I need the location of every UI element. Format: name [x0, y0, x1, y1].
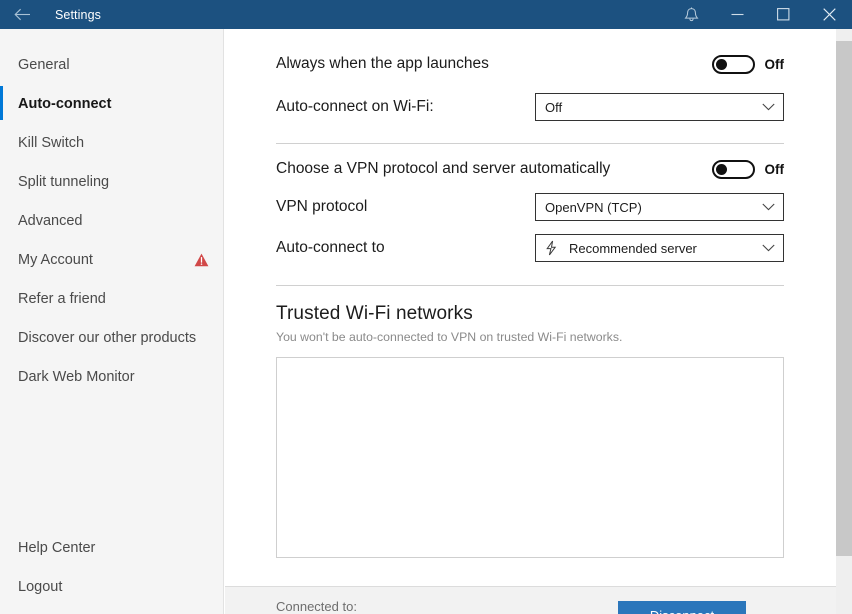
auto-connect-to-value: Recommended server [569, 241, 762, 256]
vpn-protocol-value: OpenVPN (TCP) [545, 200, 762, 215]
auto-connect-to-label: Auto-connect to [276, 239, 385, 257]
sidebar-item-label: Logout [18, 579, 209, 595]
always-launch-toggle-state: Off [765, 57, 785, 72]
sidebar-nav-list: General Auto-connect Kill Switch Split t… [0, 29, 223, 396]
sidebar-item-advanced[interactable]: Advanced [0, 201, 223, 240]
connected-to-label: Connected to: [276, 599, 357, 614]
divider-2 [276, 285, 784, 286]
auto-connect-wifi-dropdown[interactable]: Off [535, 93, 784, 121]
trusted-networks-list[interactable] [276, 357, 784, 558]
vpn-protocol-label: VPN protocol [276, 198, 367, 216]
sidebar-item-general[interactable]: General [0, 45, 223, 84]
always-launch-toggle[interactable]: Off [712, 55, 785, 74]
sidebar-item-label: Dark Web Monitor [18, 369, 209, 385]
content-scroll-area: Always when the app launches Off Auto-co… [225, 29, 836, 558]
content-scrollbar[interactable] [836, 29, 852, 614]
sidebar-item-label: General [18, 57, 209, 73]
divider-1 [276, 143, 784, 144]
sidebar-item-label: Kill Switch [18, 135, 209, 151]
maximize-button[interactable] [760, 0, 806, 29]
row-vpn-protocol: VPN protocol OpenVPN (TCP) [225, 189, 836, 225]
toggle-track [712, 160, 755, 179]
sidebar-item-label: Help Center [18, 540, 209, 556]
sidebar-item-label: Advanced [18, 213, 209, 229]
row-auto-connect-on-wifi: Auto-connect on Wi-Fi: Off [225, 88, 836, 126]
notifications-button[interactable] [668, 0, 714, 29]
sidebar-item-split-tunneling[interactable]: Split tunneling [0, 162, 223, 201]
trusted-networks-title: Trusted Wi-Fi networks [225, 303, 836, 325]
window-title: Settings [55, 8, 101, 22]
sidebar-item-label: Auto-connect [18, 96, 209, 112]
status-bar: Connected to: Disconnect [225, 586, 836, 614]
close-button[interactable] [806, 0, 852, 29]
toggle-knob [716, 164, 727, 175]
chevron-down-icon [762, 244, 775, 252]
row-always-when-app-launches: Always when the app launches Off [225, 40, 836, 88]
sidebar-item-auto-connect[interactable]: Auto-connect [0, 84, 223, 123]
sidebar-bottom-list: Help Center Logout [0, 528, 223, 606]
choose-protocol-toggle[interactable]: Off [712, 160, 785, 179]
settings-window: Settings [0, 0, 852, 614]
auto-connect-wifi-label: Auto-connect on Wi-Fi: [276, 98, 434, 116]
back-button[interactable] [0, 0, 44, 29]
minimize-icon [731, 9, 744, 20]
sidebar-item-label: Refer a friend [18, 291, 209, 307]
sidebar: General Auto-connect Kill Switch Split t… [0, 29, 224, 614]
auto-connect-to-dropdown[interactable]: Recommended server [535, 234, 784, 262]
sidebar-item-refer-a-friend[interactable]: Refer a friend [0, 279, 223, 318]
sidebar-item-label: My Account [18, 252, 194, 268]
sidebar-item-kill-switch[interactable]: Kill Switch [0, 123, 223, 162]
toggle-track [712, 55, 755, 74]
chevron-down-icon [762, 103, 775, 111]
toggle-knob [716, 59, 727, 70]
sidebar-item-discover-products[interactable]: Discover our other products [0, 318, 223, 357]
sidebar-item-label: Split tunneling [18, 174, 209, 190]
bell-icon [684, 7, 699, 23]
arrow-left-icon [14, 8, 31, 21]
disconnect-button[interactable]: Disconnect [618, 601, 746, 614]
close-icon [823, 8, 836, 21]
always-launch-label: Always when the app launches [276, 55, 489, 73]
vpn-protocol-dropdown[interactable]: OpenVPN (TCP) [535, 193, 784, 221]
main-content: Always when the app launches Off Auto-co… [225, 29, 836, 614]
warning-triangle-icon [194, 253, 209, 267]
sidebar-item-logout[interactable]: Logout [0, 567, 223, 606]
row-auto-connect-to: Auto-connect to Recommended server [225, 225, 836, 271]
chevron-down-icon [762, 203, 775, 211]
choose-protocol-toggle-state: Off [765, 162, 785, 177]
choose-protocol-label: Choose a VPN protocol and server automat… [276, 160, 610, 178]
sidebar-item-label: Discover our other products [18, 330, 209, 346]
row-choose-vpn-protocol: Choose a VPN protocol and server automat… [225, 149, 836, 189]
maximize-icon [777, 8, 790, 21]
auto-connect-wifi-value: Off [545, 100, 762, 115]
sidebar-item-dark-web-monitor[interactable]: Dark Web Monitor [0, 357, 223, 396]
sidebar-item-help-center[interactable]: Help Center [0, 528, 223, 567]
scrollbar-thumb[interactable] [836, 41, 852, 556]
trusted-networks-subtitle: You won't be auto-connected to VPN on tr… [225, 330, 836, 344]
lightning-bolt-icon [545, 240, 558, 256]
sidebar-item-my-account[interactable]: My Account [0, 240, 223, 279]
minimize-button[interactable] [714, 0, 760, 29]
title-bar: Settings [0, 0, 852, 29]
